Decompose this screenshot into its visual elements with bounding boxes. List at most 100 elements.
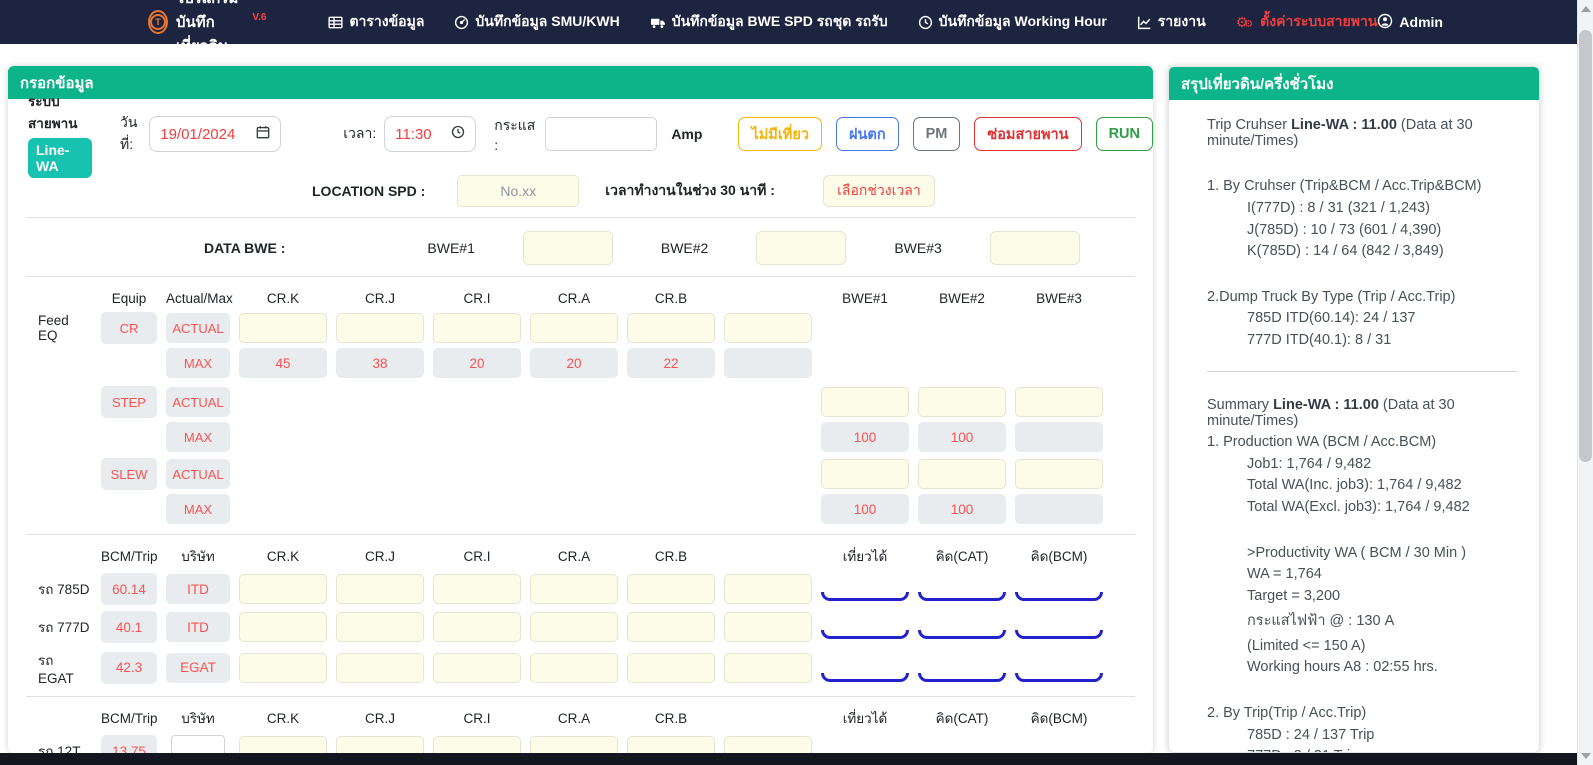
select-timerange-button[interactable]: เลือกช่วงเวลา: [823, 175, 935, 207]
max-button[interactable]: MAX: [166, 494, 230, 524]
step-actual-bwe3-input[interactable]: [1015, 387, 1103, 417]
clock-small-icon[interactable]: [451, 125, 465, 144]
nav-item-data-table[interactable]: ตารางข้อมูล: [328, 11, 424, 33]
scrollbar-up-arrow-icon[interactable]: [1581, 6, 1591, 12]
cr-actual-extra-input[interactable]: [724, 313, 812, 343]
clock-icon: [918, 15, 933, 30]
nav-item-working-hour[interactable]: บันทึกข้อมูล Working Hour: [918, 11, 1107, 33]
nav-item-smu-kwh[interactable]: บันทึกข้อมูล SMU/KWH: [454, 11, 619, 33]
rain-button[interactable]: ฝนตก: [836, 117, 899, 151]
app-version: V.6: [252, 12, 266, 23]
bwe1-input[interactable]: [523, 231, 613, 265]
trip-777d-cra-input[interactable]: [530, 612, 618, 642]
actual-button[interactable]: ACTUAL: [166, 387, 230, 417]
slew-actual-bwe2-input[interactable]: [918, 459, 1006, 489]
trip-777d-crb-input[interactable]: [627, 612, 715, 642]
summary-gap: [1169, 678, 1527, 702]
trip-egat-extra-input[interactable]: [724, 653, 812, 683]
location-spd-label: LOCATION SPD :: [312, 183, 425, 199]
nav-menu: ตารางข้อมูล บันทึกข้อมูล SMU/KWH บันทึกข…: [328, 11, 1377, 33]
no-trip-button[interactable]: ไม่มีเที่ยว: [738, 117, 822, 151]
slew-actual-bwe3-input[interactable]: [1015, 459, 1103, 489]
step-actual-bwe1-input[interactable]: [821, 387, 909, 417]
max-button[interactable]: MAX: [166, 348, 230, 378]
trip-777d-crj-input[interactable]: [336, 612, 424, 642]
trip-egat-crk-input[interactable]: [239, 653, 327, 683]
trip-12t-crb-input[interactable]: [627, 736, 715, 753]
entry-top-row: ระบบสายพาน Line-WA วันที่: เวลา: กระแส :…: [28, 109, 1153, 159]
cr-actual-crk-input[interactable]: [239, 313, 327, 343]
run-button[interactable]: RUN: [1096, 117, 1153, 151]
actual-button[interactable]: ACTUAL: [166, 313, 230, 343]
calc-cat-777d: [918, 630, 1006, 639]
trip-egat-cri-input[interactable]: [433, 653, 521, 683]
feed-cr-max-row: MAX 45 38 20 20 22: [28, 348, 1153, 378]
trip-777d-cri-input[interactable]: [433, 612, 521, 642]
bcm-row-egat: รถ EGAT 42.3 EGAT: [28, 649, 1153, 686]
time-picker[interactable]: [384, 116, 476, 152]
trip-785d-cra-input[interactable]: [530, 574, 618, 604]
company-12t-input[interactable]: [171, 735, 225, 753]
belt-repair-button[interactable]: ซ่อมสายพาน: [974, 117, 1081, 151]
page-scrollbar[interactable]: [1577, 0, 1593, 765]
scrollbar-thumb[interactable]: [1579, 30, 1592, 462]
top-navbar: T โปรแกรมบันทึกเที่ยวดิน V.6 ตารางข้อมูล…: [0, 0, 1577, 44]
nav-item-bwe-spd[interactable]: บันทึกข้อมูล BWE SPD รถชุด รถรับ: [650, 11, 888, 33]
trip-12t-crk-input[interactable]: [239, 736, 327, 753]
slew-button[interactable]: SLEW: [101, 458, 157, 490]
trip-785d-extra-input[interactable]: [724, 574, 812, 604]
bwe1-label: BWE#1: [427, 240, 474, 256]
bwe2-input[interactable]: [756, 231, 846, 265]
summary-lines: Trip Cruhser Line-WA : 11.00 (Data at 30…: [1169, 100, 1539, 753]
trip-12t-crj-input[interactable]: [336, 736, 424, 753]
app-brand: T โปรแกรมบันทึกเที่ยวดิน V.6: [148, 0, 266, 58]
trip-777d-extra-input[interactable]: [724, 612, 812, 642]
step-actual-bwe2-input[interactable]: [918, 387, 1006, 417]
trip-12t-extra-input[interactable]: [724, 736, 812, 753]
date-picker[interactable]: [149, 116, 281, 152]
scrollbar-down-arrow-icon[interactable]: [1581, 753, 1591, 759]
cr-button[interactable]: CR: [101, 312, 157, 344]
actual-button[interactable]: ACTUAL: [166, 459, 230, 489]
max-button[interactable]: MAX: [166, 422, 230, 452]
line-system-label: ระบบสายพาน: [28, 90, 92, 134]
feed-step-max-row: MAX 100 100: [28, 422, 1153, 452]
summary-gap: [1169, 518, 1527, 542]
date-input[interactable]: [160, 126, 246, 143]
cr-actual-cra-input[interactable]: [530, 313, 618, 343]
calendar-icon[interactable]: [256, 125, 270, 144]
trip-785d-crj-input[interactable]: [336, 574, 424, 604]
trip-785d-cri-input[interactable]: [433, 574, 521, 604]
nav-item-reports[interactable]: รายงาน: [1137, 11, 1206, 33]
slew-actual-bwe1-input[interactable]: [821, 459, 909, 489]
trip-egat-crb-input[interactable]: [627, 653, 715, 683]
cr-actual-cri-input[interactable]: [433, 313, 521, 343]
line-badge[interactable]: Line-WA: [28, 138, 92, 178]
current-input[interactable]: [545, 117, 657, 151]
trip-785d-crk-input[interactable]: [239, 574, 327, 604]
trip-777d-crk-input[interactable]: [239, 612, 327, 642]
trip-egat-cra-input[interactable]: [530, 653, 618, 683]
summary-line: 2.Dump Truck By Type (Trip / Acc.Trip): [1169, 286, 1527, 308]
summary-line: K(785D) : 14 / 64 (842 / 3,849): [1169, 240, 1527, 262]
pm-button[interactable]: PM: [913, 117, 961, 151]
chart-icon: [1137, 15, 1152, 30]
nav-item-belt-settings[interactable]: ⚙⚙ ตั้งค่าระบบสายพาน: [1236, 11, 1378, 33]
trip-12t-cri-input[interactable]: [433, 736, 521, 753]
cr-actual-crb-input[interactable]: [627, 313, 715, 343]
location-spd-input[interactable]: [457, 175, 579, 207]
trip-785d-crb-input[interactable]: [627, 574, 715, 604]
summary-line: Total WA(Inc. job3): 1,764 / 9,482: [1169, 475, 1527, 497]
feed-step-actual-row: STEP ACTUAL: [28, 386, 1153, 418]
cr-actual-crj-input[interactable]: [336, 313, 424, 343]
step-button[interactable]: STEP: [101, 386, 157, 418]
bwe3-input[interactable]: [990, 231, 1080, 265]
feed-cr-actual-row: Feed EQ CR ACTUAL: [28, 312, 1153, 344]
current-label: กระแส :: [494, 115, 535, 153]
divider: [26, 217, 1135, 218]
bwe3-label: BWE#3: [894, 240, 941, 256]
trip-12t-cra-input[interactable]: [530, 736, 618, 753]
time-input[interactable]: [395, 126, 441, 143]
nav-admin[interactable]: Admin: [1377, 13, 1443, 32]
trip-egat-crj-input[interactable]: [336, 653, 424, 683]
